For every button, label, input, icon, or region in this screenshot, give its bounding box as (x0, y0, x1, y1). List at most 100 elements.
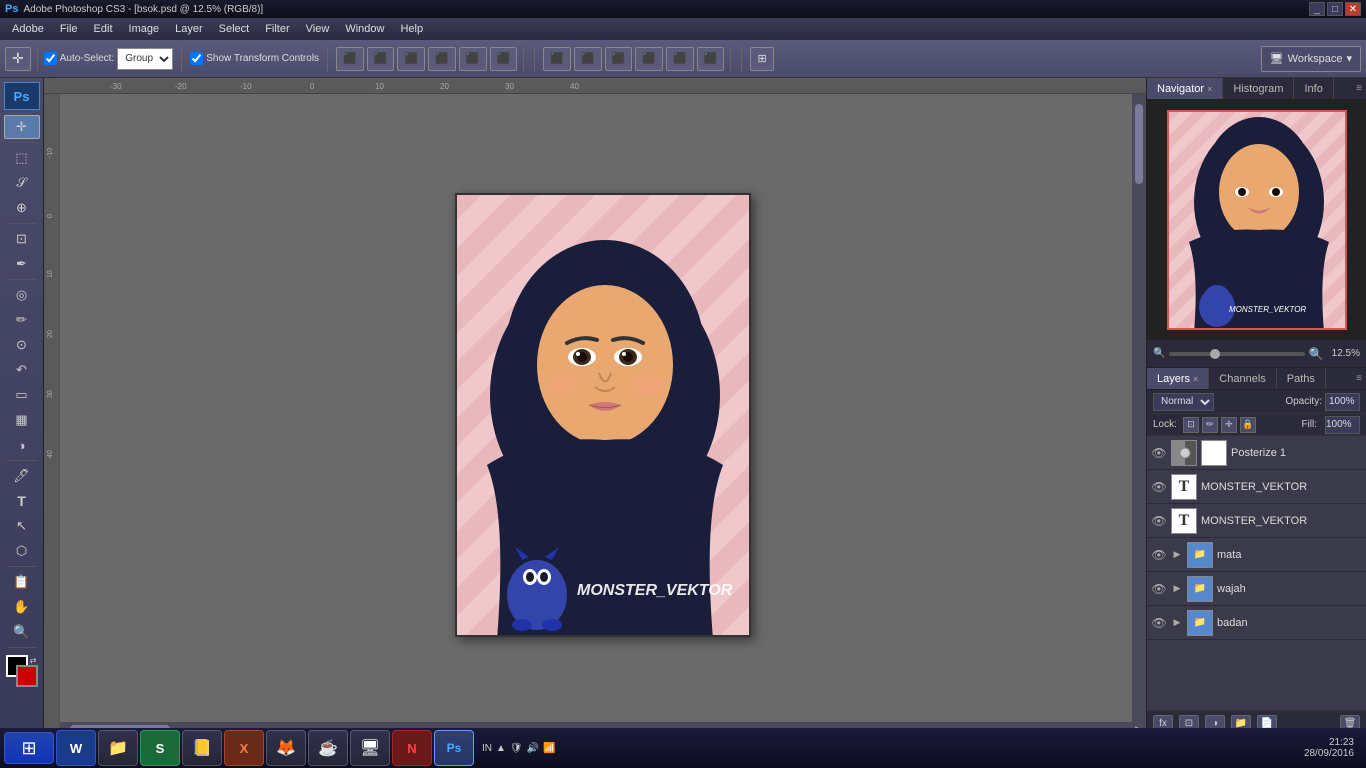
zoom-tool[interactable]: 🔍 (4, 620, 40, 644)
taskbar-clock[interactable]: 21:23 28/09/2016 (1304, 737, 1362, 759)
crop-tool[interactable]: ⊡ (4, 227, 40, 251)
auto-align-btn[interactable]: ⊞ (750, 47, 773, 71)
move-tool-btn[interactable]: ✛ (5, 47, 31, 71)
menu-select[interactable]: Select (212, 21, 257, 37)
autoselect-dropdown[interactable]: Group Layer (117, 48, 173, 70)
layer-eye-text1[interactable]: 👁 (1151, 479, 1167, 495)
menu-view[interactable]: View (299, 21, 337, 37)
layer-expand-mata[interactable]: ▶ (1171, 549, 1183, 561)
layer-eye-badan[interactable]: 👁 (1151, 615, 1167, 631)
tab-layers[interactable]: Layers × (1147, 368, 1209, 389)
layer-row-wajah[interactable]: 👁 ▶ 📁 wajah (1147, 572, 1366, 606)
layer-row-mata[interactable]: 👁 ▶ 📁 mata (1147, 538, 1366, 572)
blend-mode-dropdown[interactable]: Normal (1153, 393, 1214, 411)
align-right-btn[interactable]: ⬛ (397, 47, 425, 71)
background-color[interactable] (16, 665, 38, 687)
tab-info[interactable]: Info (1294, 78, 1333, 99)
taskbar-notepad[interactable]: 📒 (182, 730, 222, 766)
lock-position-btn[interactable]: ✛ (1221, 417, 1237, 433)
autoselect-checkbox[interactable] (44, 52, 57, 65)
text-tool[interactable]: T (4, 489, 40, 513)
clone-tool[interactable]: ⊙ (4, 333, 40, 357)
dist-middle-btn[interactable]: ⬛ (666, 47, 694, 71)
menu-layer[interactable]: Layer (168, 21, 210, 37)
nav-zoom-in-icon[interactable]: 🔍 (1309, 347, 1324, 361)
eraser-tool[interactable]: ▭ (4, 383, 40, 407)
lock-transparent-btn[interactable]: ⊡ (1183, 417, 1199, 433)
fill-input[interactable] (1325, 416, 1360, 434)
taskbar-java[interactable]: ☕ (308, 730, 348, 766)
taskbar-spreadsheet[interactable]: S (140, 730, 180, 766)
taskbar-xampp[interactable]: X (224, 730, 264, 766)
opacity-input[interactable] (1325, 393, 1360, 411)
sys-tray-arrow[interactable]: ▲ (496, 743, 506, 754)
brush-tool[interactable]: ✏ (4, 308, 40, 332)
dist-right-btn[interactable]: ⬛ (605, 47, 633, 71)
start-btn[interactable]: ⊞ (4, 732, 54, 764)
layer-expand-badan[interactable]: ▶ (1171, 617, 1183, 629)
taskbar-firefox[interactable]: 🦊 (266, 730, 306, 766)
swap-colors-btn[interactable]: ⇄ (30, 656, 37, 665)
lock-image-btn[interactable]: ✏ (1202, 417, 1218, 433)
nav-zoom-out-icon[interactable]: 🔍 (1153, 348, 1165, 359)
navigator-panel-options[interactable]: ≡ (1356, 83, 1362, 94)
notes-tool[interactable]: 📋 (4, 570, 40, 594)
taskbar-desktop[interactable]: 🖥 (350, 730, 390, 766)
taskbar-app-red[interactable]: N (392, 730, 432, 766)
layer-eye-wajah[interactable]: 👁 (1151, 581, 1167, 597)
marquee-tool[interactable]: ⬚ (4, 146, 40, 170)
layer-eye-mata[interactable]: 👁 (1151, 547, 1167, 563)
align-left-btn[interactable]: ⬛ (336, 47, 364, 71)
taskbar-photoshop[interactable]: Ps (434, 730, 474, 766)
menu-edit[interactable]: Edit (87, 21, 120, 37)
lasso-tool[interactable]: 𝒮 (4, 171, 40, 195)
vertical-scrollbar[interactable] (1132, 94, 1146, 722)
move-tool[interactable]: ✛ (4, 115, 40, 139)
navigator-tab-close-icon[interactable]: × (1207, 84, 1212, 94)
workspace-dropdown[interactable]: 🖥 Workspace ▾ (1261, 46, 1361, 72)
tab-navigator[interactable]: Navigator × (1147, 78, 1223, 99)
dist-top-btn[interactable]: ⬛ (635, 47, 663, 71)
layer-row-text2[interactable]: 👁 T MONSTER_VEKTOR (1147, 504, 1366, 538)
align-middle-btn[interactable]: ⬛ (459, 47, 487, 71)
show-transform-checkbox[interactable] (190, 52, 203, 65)
layers-tab-close-icon[interactable]: × (1193, 374, 1198, 384)
shape-tool[interactable]: ⬡ (4, 539, 40, 563)
lock-all-btn[interactable]: 🔒 (1240, 417, 1256, 433)
layer-eye-text2[interactable]: 👁 (1151, 513, 1167, 529)
menu-filter[interactable]: Filter (258, 21, 296, 37)
menu-help[interactable]: Help (393, 21, 430, 37)
dodge-tool[interactable]: ◑ (4, 433, 40, 457)
taskbar-folder[interactable]: 📁 (98, 730, 138, 766)
hand-tool[interactable]: ✋ (4, 595, 40, 619)
layer-row-badan[interactable]: 👁 ▶ 📁 badan (1147, 606, 1366, 640)
layer-expand-wajah[interactable]: ▶ (1171, 583, 1183, 595)
menu-window[interactable]: Window (338, 21, 391, 37)
align-center-btn[interactable]: ⬛ (367, 47, 395, 71)
vscroll-thumb[interactable] (1135, 104, 1143, 184)
nav-zoom-thumb[interactable] (1210, 349, 1220, 359)
menu-adobe[interactable]: Adobe (5, 21, 51, 37)
gradient-tool[interactable]: ▦ (4, 408, 40, 432)
nav-zoom-slider[interactable] (1169, 352, 1304, 356)
tab-histogram[interactable]: Histogram (1223, 78, 1294, 99)
maximize-btn[interactable]: □ (1327, 2, 1343, 16)
layer-row-text1[interactable]: 👁 T MONSTER_VEKTOR (1147, 470, 1366, 504)
quick-select-tool[interactable]: ⊕ (4, 196, 40, 220)
align-top-btn[interactable]: ⬛ (428, 47, 456, 71)
menu-image[interactable]: Image (122, 21, 167, 37)
layers-panel-options[interactable]: ≡ (1356, 373, 1362, 384)
align-bottom-btn[interactable]: ⬛ (490, 47, 518, 71)
minimize-btn[interactable]: _ (1309, 2, 1325, 16)
path-select-tool[interactable]: ↖ (4, 514, 40, 538)
healing-tool[interactable]: ◎ (4, 283, 40, 307)
close-btn[interactable]: ✕ (1345, 2, 1361, 16)
taskbar-word[interactable]: W (56, 730, 96, 766)
dist-left-btn[interactable]: ⬛ (543, 47, 571, 71)
tab-paths[interactable]: Paths (1277, 368, 1326, 389)
layer-row-posterize[interactable]: 👁 Posterize 1 (1147, 436, 1366, 470)
history-tool[interactable]: ↶ (4, 358, 40, 382)
eyedropper-tool[interactable]: ✒ (4, 252, 40, 276)
dist-center-btn[interactable]: ⬛ (574, 47, 602, 71)
tab-channels[interactable]: Channels (1209, 368, 1276, 389)
